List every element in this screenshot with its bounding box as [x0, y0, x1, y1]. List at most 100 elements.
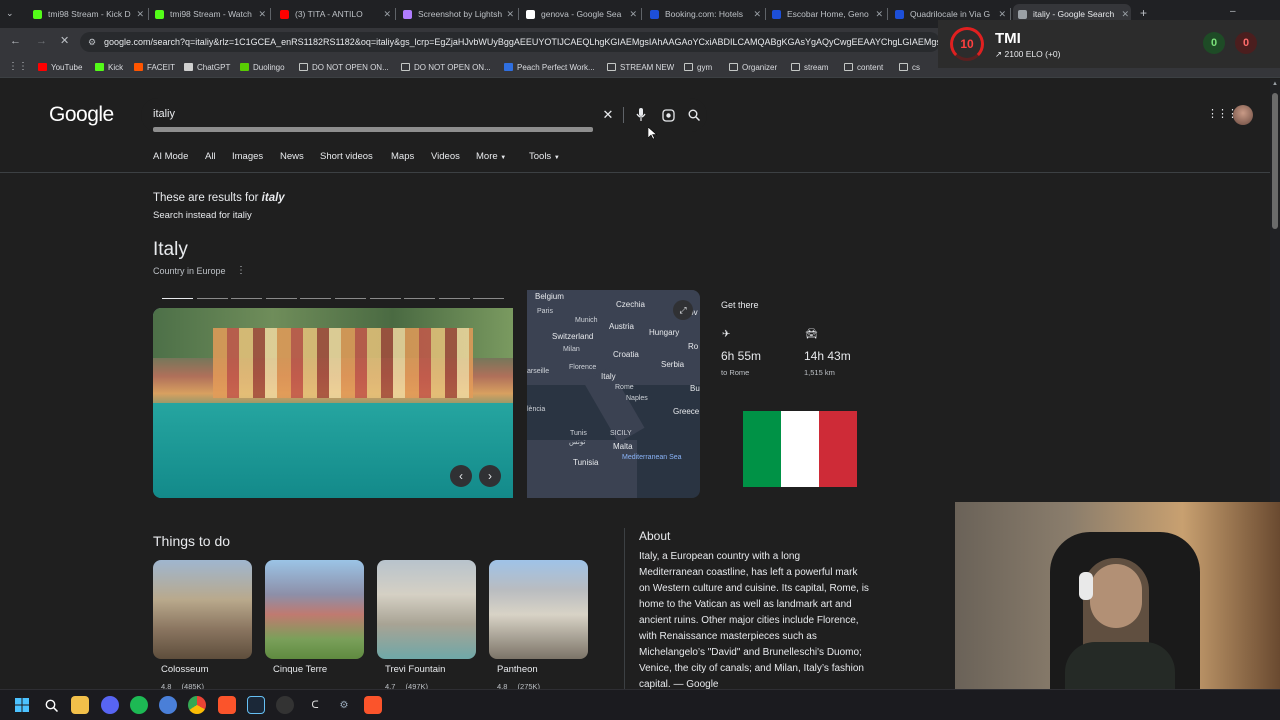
bookmark-item[interactable]: FACEIT [134, 60, 175, 74]
expand-map-icon[interactable]: ⤢ [673, 300, 693, 320]
drive-time[interactable]: 14h 43m [804, 349, 851, 363]
windows-start-icon[interactable] [13, 696, 31, 714]
globe-icon [1018, 9, 1027, 19]
close-tab-icon[interactable]: ✕ [629, 9, 637, 20]
attraction-name[interactable]: Colosseum [161, 664, 209, 675]
search-instead-link[interactable]: Search instead for italiy [153, 210, 252, 221]
italy-map[interactable]: BelgiumParisCzechiaSlovMunichAustriaSwit… [527, 290, 700, 498]
bookmark-item[interactable]: cs [899, 60, 920, 74]
tab-search-chevron-icon[interactable]: ⌄ [6, 8, 14, 19]
carousel-prev-button[interactable]: ‹ [450, 465, 472, 487]
settings-icon[interactable]: ⚙ [335, 696, 353, 714]
bookmark-label: Organizer [742, 62, 778, 72]
bookmark-item[interactable]: STREAM NEW [607, 60, 674, 74]
attraction-photo[interactable] [377, 560, 476, 659]
bookmark-item[interactable]: gym [684, 60, 712, 74]
tab-news[interactable]: News [280, 151, 304, 162]
bookmark-label: DO NOT OPEN ON... [312, 62, 389, 72]
close-tab-icon[interactable]: ✕ [136, 9, 144, 20]
close-tab-icon[interactable]: ✕ [753, 9, 761, 20]
browser-tab[interactable]: Booking.com: Hotels ✕ [645, 4, 763, 24]
site-info-icon[interactable]: ⚙ [88, 32, 96, 52]
tab-title: Screenshot by Lightsh [418, 9, 503, 19]
map-label: Ro [688, 342, 699, 351]
microphone-icon[interactable] [633, 107, 649, 123]
flight-time[interactable]: 6h 55m [721, 349, 761, 363]
forward-icon[interactable]: → [36, 35, 47, 47]
tab-short-videos[interactable]: Short videos [320, 151, 373, 162]
browser-tab[interactable]: Escobar Home, Geno ✕ [767, 4, 885, 24]
attraction-name[interactable]: Trevi Fountain [385, 664, 445, 675]
spotify-icon[interactable] [130, 696, 148, 714]
tab-ai-mode[interactable]: AI Mode [153, 151, 188, 162]
google-logo[interactable]: Google [49, 103, 114, 127]
bookmark-item[interactable]: content [844, 60, 883, 74]
tab-tools[interactable]: Tools ▼ [529, 151, 560, 162]
lens-icon[interactable] [660, 107, 676, 123]
corrected-term-link[interactable]: italy [262, 192, 285, 204]
attraction-name[interactable]: Pantheon [497, 664, 538, 675]
new-tab-button[interactable]: + [1140, 6, 1147, 20]
stop-loading-icon[interactable]: ✕ [60, 34, 69, 47]
bookmark-item[interactable]: DO NOT OPEN ON... [299, 60, 389, 74]
brave-shield-icon[interactable] [218, 696, 236, 714]
scroll-up-icon[interactable]: ▲ [1272, 81, 1278, 87]
more-options-icon[interactable]: ⋮ [236, 265, 246, 276]
carousel-next-button[interactable]: › [479, 465, 501, 487]
entity-subtitle: Country in Europe [153, 266, 226, 276]
discord-icon[interactable] [101, 696, 119, 714]
back-icon[interactable]: ← [10, 35, 21, 47]
browser-tab[interactable]: genova - Google Sea ✕ [521, 4, 639, 24]
close-tab-icon[interactable]: ✕ [875, 9, 883, 20]
search-icon[interactable] [686, 107, 702, 123]
browser-tab[interactable]: tmi98 Stream - Kick D ✕ [28, 4, 146, 24]
browser-tab[interactable]: Screenshot by Lightsh ✕ [398, 4, 516, 24]
close-tab-icon[interactable]: ✕ [383, 9, 391, 20]
youtube-icon [280, 9, 289, 19]
app-icon-2[interactable]: ᑕ [306, 696, 324, 714]
tab-label: Images [232, 151, 264, 162]
attraction-name[interactable]: Cinque Terre [273, 664, 327, 675]
minimize-button[interactable]: – [1230, 6, 1236, 17]
bookmark-item[interactable]: Duolingo [240, 60, 285, 74]
bookmark-item[interactable]: Peach Perfect Work... [504, 60, 595, 74]
tab-all[interactable]: All [205, 151, 216, 162]
attraction-photo[interactable] [489, 560, 588, 659]
bookmark-item[interactable]: DO NOT OPEN ON... [401, 60, 491, 74]
close-tab-icon[interactable]: ✕ [998, 9, 1006, 20]
taskbar-search-icon[interactable] [42, 696, 60, 714]
app-icon[interactable] [159, 696, 177, 714]
file-explorer-icon[interactable] [71, 696, 89, 714]
close-tab-icon[interactable]: ✕ [506, 9, 514, 20]
avatar[interactable] [1233, 105, 1253, 125]
browser-tab[interactable]: (3) TITA - ANTILO ✕ [275, 4, 393, 24]
faceit-icon[interactable] [276, 696, 294, 714]
tab-videos[interactable]: Videos [431, 151, 460, 162]
scrollbar-thumb[interactable] [1272, 93, 1278, 229]
attraction-photo[interactable] [265, 560, 364, 659]
browser-tab[interactable]: tmi98 Stream - Watch ✕ [150, 4, 268, 24]
bookmark-item[interactable]: ChatGPT [184, 60, 230, 74]
tab-images[interactable]: Images [232, 151, 263, 162]
close-tab-icon[interactable]: ✕ [258, 9, 266, 20]
bookmark-item[interactable]: Kick [95, 60, 123, 74]
bookmark-item[interactable]: stream [791, 60, 828, 74]
chrome-icon[interactable] [188, 696, 206, 714]
bookmark-item[interactable]: Organizer [729, 60, 777, 74]
tab-maps[interactable]: Maps [391, 151, 414, 162]
folder-icon [844, 63, 853, 71]
apps-grid-icon[interactable]: ⋮⋮ [8, 61, 28, 72]
italy-flag[interactable] [743, 411, 857, 487]
attraction-photo[interactable] [153, 560, 252, 659]
level-value: 10 [960, 37, 974, 51]
bookmark-item[interactable]: YouTube [38, 60, 82, 74]
search-input[interactable]: italiy [153, 108, 175, 120]
loss-count: 0 [1235, 32, 1257, 54]
address-bar[interactable]: ⚙ google.com/search?q=italiy&rlz=1C1GCEA… [80, 32, 940, 52]
tab-more[interactable]: More ▼ [476, 151, 506, 162]
close-tab-icon[interactable]: ✕ [1121, 9, 1129, 20]
brave-icon[interactable] [364, 696, 382, 714]
chatgpt-icon [184, 63, 193, 71]
clear-icon[interactable]: ✕ [600, 107, 616, 123]
steam-icon[interactable] [247, 696, 265, 714]
